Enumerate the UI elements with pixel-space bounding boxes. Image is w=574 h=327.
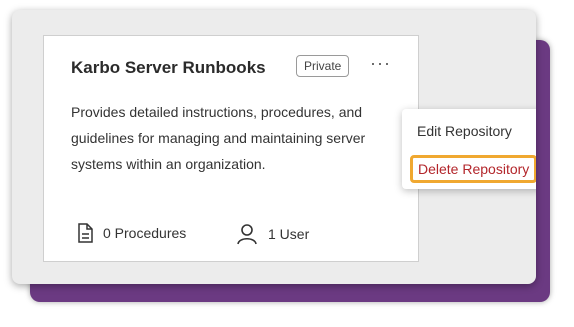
edit-repository-menu-item[interactable]: Edit Repository: [417, 123, 512, 139]
user-icon: [237, 224, 257, 245]
document-icon: [78, 223, 93, 243]
repository-title: Karbo Server Runbooks: [71, 58, 266, 77]
more-horizontal-icon: ···: [370, 53, 391, 73]
users-count: 1 User: [236, 223, 309, 245]
screenshot-frame: Karbo Server Runbooks Private ··· Provid…: [12, 10, 536, 284]
repository-description: Provides detailed instructions, procedur…: [71, 104, 366, 172]
more-options-button[interactable]: ···: [370, 53, 391, 73]
procedures-label: 0 Procedures: [103, 225, 187, 241]
repository-context-menu: Edit Repository Delete Repository: [402, 109, 536, 189]
procedures-count: 0 Procedures: [77, 223, 186, 243]
delete-repository-menu-item[interactable]: Delete Repository: [410, 155, 536, 183]
users-label: 1 User: [268, 226, 310, 242]
visibility-badge: Private: [296, 55, 350, 77]
repository-card[interactable]: Karbo Server Runbooks Private ··· Provid…: [43, 35, 536, 262]
